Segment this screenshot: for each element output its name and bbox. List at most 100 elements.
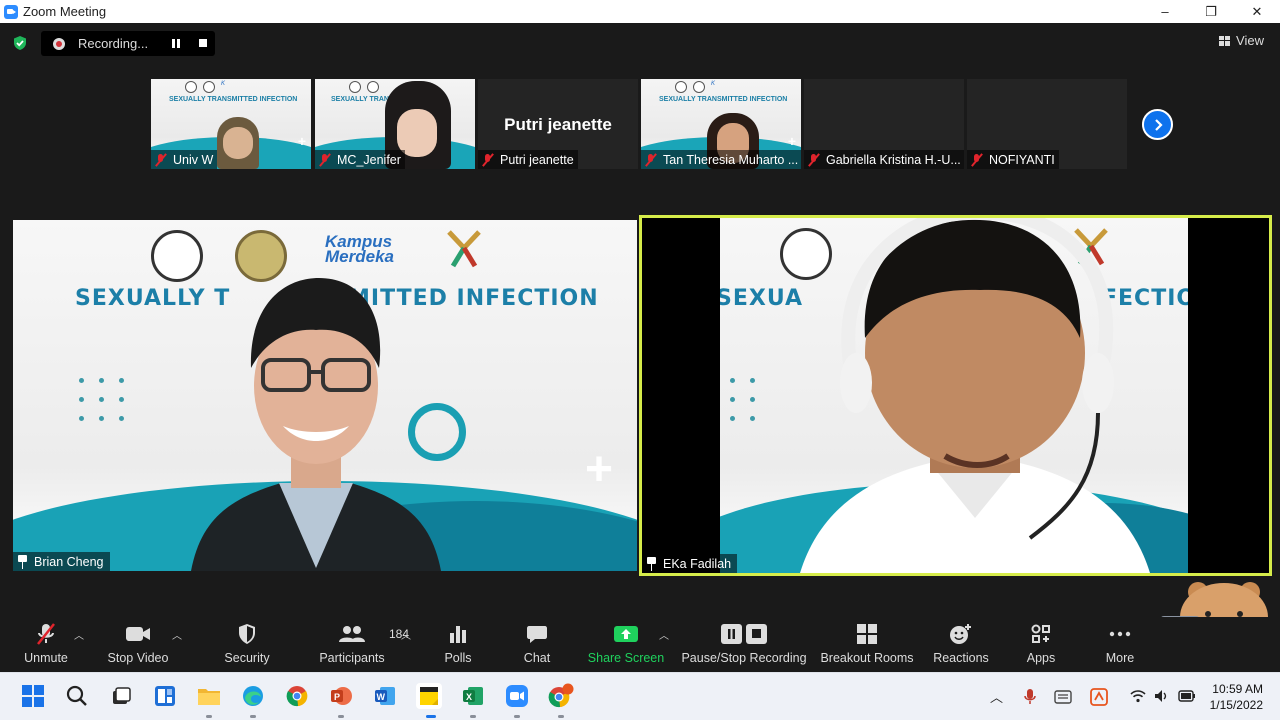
widgets-icon bbox=[155, 686, 175, 706]
gallery-tile[interactable]: SEXUALLY TRANS MC_Jenifer bbox=[315, 79, 475, 169]
maximize-button[interactable]: ❐ bbox=[1188, 0, 1234, 23]
mic-muted-icon bbox=[808, 153, 820, 167]
participant-name: Tan Theresia Muharto ... bbox=[663, 152, 799, 167]
security-button[interactable]: Security bbox=[222, 617, 272, 672]
next-page-button[interactable] bbox=[1142, 109, 1173, 140]
gallery-tile[interactable]: K SEXUALLY TRANSMITTED INFECTION + Tan T… bbox=[641, 79, 801, 169]
participant-video-feed bbox=[800, 218, 1150, 573]
gallery-tile[interactable]: Gabriella Kristina H.-U... bbox=[804, 79, 964, 169]
audio-options-chevron-icon[interactable]: ︿ bbox=[74, 627, 84, 642]
unmute-button[interactable]: Unmute bbox=[18, 617, 74, 672]
mic-muted-icon bbox=[155, 153, 167, 167]
running-indicator bbox=[558, 715, 564, 718]
mic-muted-icon bbox=[482, 153, 494, 167]
participant-name-tag: EKa Fadilah bbox=[642, 554, 738, 573]
window-controls: – ❐ ✕ bbox=[1142, 0, 1280, 23]
meeting-toolbar: Unmute ︿ Stop Video ︿ Security 184 Parti… bbox=[0, 617, 1280, 672]
more-ellipsis-icon bbox=[1109, 631, 1131, 637]
apps-icon bbox=[1031, 624, 1050, 643]
powerpoint-button[interactable]: P bbox=[328, 683, 354, 709]
pause-stop-recording-label: Pause/Stop Recording bbox=[681, 651, 807, 665]
more-button[interactable]: More bbox=[1100, 617, 1140, 672]
search-button[interactable] bbox=[64, 683, 90, 709]
apps-label: Apps bbox=[1026, 651, 1056, 665]
svg-text:W: W bbox=[377, 692, 386, 702]
widgets-button[interactable] bbox=[152, 683, 178, 709]
zoom-button[interactable] bbox=[504, 683, 530, 709]
gallery-tile[interactable]: K SEXUALLY TRANSMITTED INFECTION + Univ … bbox=[151, 79, 311, 169]
search-icon bbox=[66, 685, 87, 706]
powerpoint-icon: P bbox=[331, 687, 352, 705]
pin-icon bbox=[17, 554, 28, 569]
share-screen-button[interactable]: Share Screen bbox=[588, 617, 664, 672]
chrome-profile-button[interactable] bbox=[548, 683, 574, 709]
gallery-tile[interactable]: Putri jeanette Putri jeanette bbox=[478, 79, 638, 169]
participants-label: Participants bbox=[319, 651, 385, 665]
task-view-button[interactable] bbox=[108, 683, 134, 709]
view-button[interactable]: View bbox=[1219, 33, 1264, 48]
running-indicator bbox=[250, 715, 256, 718]
breakout-rooms-grid-icon bbox=[857, 624, 877, 644]
more-label: More bbox=[1105, 651, 1135, 665]
breakout-rooms-button[interactable]: Breakout Rooms bbox=[820, 617, 914, 672]
polls-bar-chart-icon bbox=[450, 626, 466, 643]
stop-video-button[interactable]: Stop Video bbox=[104, 617, 172, 672]
battery-charging-icon[interactable] bbox=[1178, 689, 1196, 703]
participant-name-tag: Tan Theresia Muharto ... bbox=[641, 150, 801, 169]
running-indicator bbox=[206, 715, 212, 718]
grid-view-icon bbox=[1219, 35, 1231, 46]
chrome-profile-icon bbox=[548, 683, 574, 708]
share-options-chevron-icon[interactable]: ︿ bbox=[659, 627, 669, 642]
participant-name: MC_Jenifer bbox=[337, 152, 401, 167]
participants-options-chevron-icon[interactable]: ︿ bbox=[401, 627, 411, 642]
participants-button[interactable]: 184 Participants bbox=[318, 617, 409, 672]
chat-bubble-icon bbox=[527, 626, 547, 643]
stop-recording-icon[interactable] bbox=[199, 39, 207, 47]
pause-stop-recording-button[interactable]: Pause/Stop Recording bbox=[681, 617, 807, 672]
main-video-tile[interactable]: Kampus Merdeka SEXUALLY T MITTED INFECTIO… bbox=[13, 220, 637, 571]
participant-name: Brian Cheng bbox=[34, 554, 104, 569]
video-options-chevron-icon[interactable]: ︿ bbox=[172, 627, 182, 642]
show-hidden-icons-chevron-icon[interactable]: ︿ bbox=[990, 687, 1003, 706]
sticky-notes-button[interactable] bbox=[416, 683, 442, 709]
apps-button[interactable]: Apps bbox=[1022, 617, 1060, 672]
word-icon: W bbox=[375, 687, 395, 705]
zoom-window: Zoom Meeting – ❐ ✕ Recording... View K S… bbox=[0, 0, 1280, 720]
microphone-in-use-icon[interactable] bbox=[1024, 689, 1036, 705]
view-label: View bbox=[1236, 33, 1264, 48]
clock-time: 10:59 AM bbox=[1212, 682, 1263, 696]
reactions-button[interactable]: Reactions bbox=[932, 617, 990, 672]
close-button[interactable]: ✕ bbox=[1234, 0, 1280, 23]
excel-button[interactable]: X bbox=[460, 683, 486, 709]
windows-taskbar: P W X ︿ 10:59 AM 1/15/2022 bbox=[0, 672, 1280, 720]
app-tray-icon[interactable] bbox=[1090, 688, 1108, 706]
system-clock[interactable]: 10:59 AM 1/15/2022 bbox=[1210, 681, 1263, 713]
edge-button[interactable] bbox=[240, 683, 266, 709]
active-speaker-video-tile[interactable]: SEXUA FECTIO EKa Fadilah bbox=[639, 215, 1272, 576]
volume-icon[interactable] bbox=[1154, 689, 1170, 703]
wifi-icon[interactable] bbox=[1130, 690, 1146, 703]
chat-button[interactable]: Chat bbox=[517, 617, 557, 672]
participant-name-tag: NOFIYANTI bbox=[967, 150, 1059, 169]
encryption-shield-icon[interactable] bbox=[12, 35, 28, 51]
stop-video-label: Stop Video bbox=[107, 651, 169, 665]
excel-icon: X bbox=[463, 687, 483, 705]
gallery-tile[interactable]: NOFIYANTI bbox=[967, 79, 1127, 169]
participant-video-feed bbox=[191, 278, 441, 571]
chevron-right-icon bbox=[1154, 118, 1163, 131]
participant-name: Gabriella Kristina H.-U... bbox=[826, 152, 961, 167]
polls-button[interactable]: Polls bbox=[438, 617, 478, 672]
share-screen-label: Share Screen bbox=[587, 651, 665, 665]
keyboard-language-icon[interactable] bbox=[1054, 689, 1072, 705]
mic-muted-icon bbox=[37, 623, 55, 645]
pin-icon bbox=[646, 556, 657, 571]
file-explorer-button[interactable] bbox=[196, 683, 222, 709]
minimize-button[interactable]: – bbox=[1142, 0, 1188, 23]
sticky-notes-icon bbox=[420, 687, 438, 705]
word-button[interactable]: W bbox=[372, 683, 398, 709]
pause-recording-icon[interactable] bbox=[172, 39, 181, 48]
start-button[interactable] bbox=[20, 683, 46, 709]
slide-title-small: SEXUALLY TRANS bbox=[331, 96, 394, 103]
chrome-button[interactable] bbox=[284, 683, 310, 709]
reactions-emoji-icon bbox=[950, 624, 971, 644]
